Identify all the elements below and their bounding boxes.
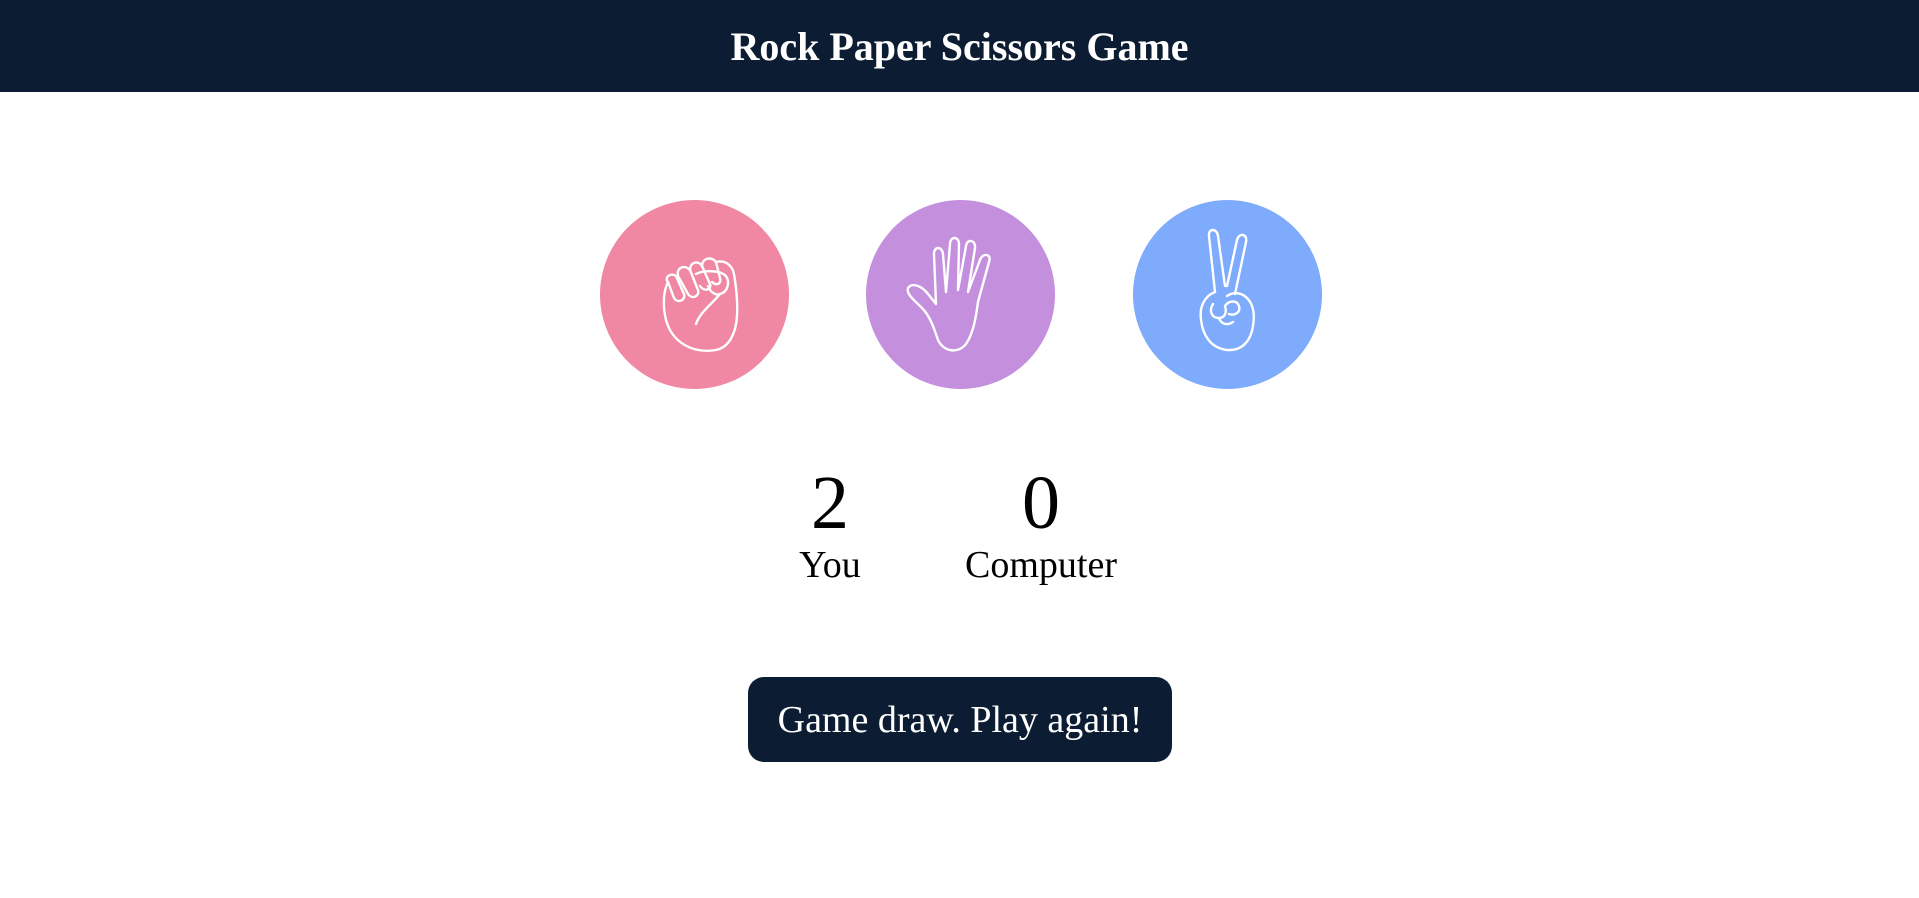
- computer-score: 0 Computer: [941, 463, 1141, 587]
- result-message-text: Game draw. Play again!: [777, 698, 1143, 741]
- paper-choice-button[interactable]: [866, 200, 1055, 389]
- choices-row: [0, 200, 1919, 390]
- computer-score-label: Computer: [965, 544, 1117, 586]
- scissors-peace-icon: [1198, 228, 1255, 351]
- computer-score-value: 0: [1022, 461, 1060, 545]
- user-score: 2 You: [780, 463, 880, 587]
- rock-choice-button[interactable]: [600, 200, 789, 389]
- page-header: Rock Paper Scissors Game: [0, 0, 1919, 92]
- page-title: Rock Paper Scissors Game: [730, 23, 1189, 69]
- user-score-value: 2: [811, 461, 849, 545]
- scoreboard: 2 You 0 Computer: [0, 463, 1919, 603]
- paper-hand-icon: [906, 236, 991, 351]
- scissors-choice-button[interactable]: [1133, 200, 1322, 389]
- user-score-label: You: [799, 544, 861, 586]
- rock-fist-icon: [662, 256, 738, 352]
- result-message: Game draw. Play again!: [748, 677, 1172, 762]
